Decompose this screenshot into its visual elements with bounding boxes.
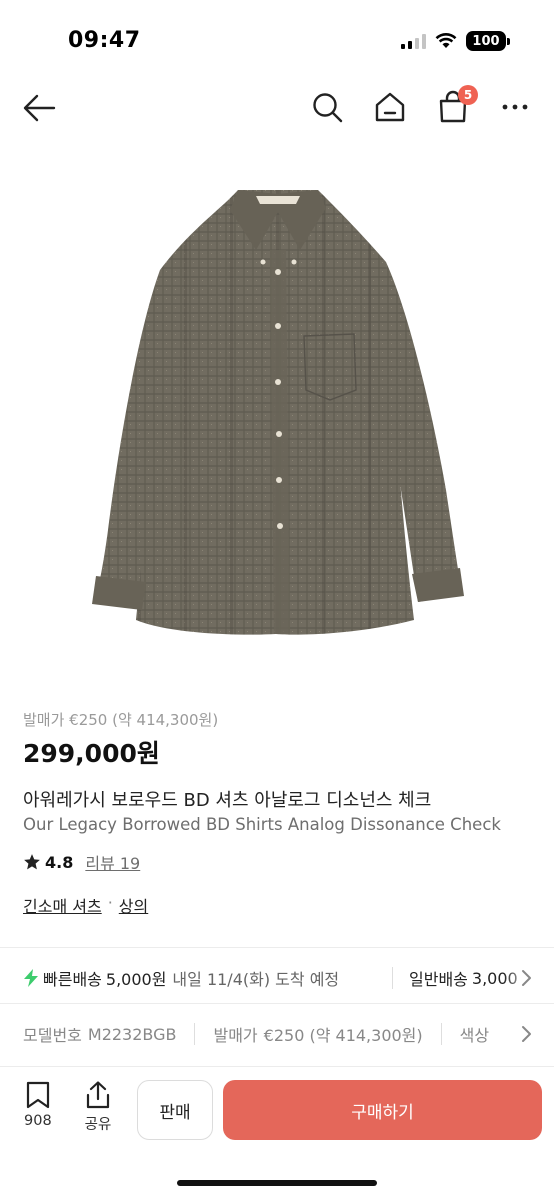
- product-image[interactable]: [0, 150, 554, 690]
- status-bar: 09:47 100: [0, 0, 554, 80]
- model-number-label: 모델번호: [23, 1026, 82, 1045]
- top-nav: 5: [0, 80, 554, 136]
- fast-delivery-fee: 5,000원: [105, 970, 167, 989]
- release-price-value: €250 (약 414,300원): [263, 1026, 423, 1045]
- fast-delivery-label: 빠른배송: [43, 970, 102, 989]
- divider: [0, 1003, 554, 1004]
- product-name-en: Our Legacy Borrowed BD Shirts Analog Dis…: [23, 815, 501, 834]
- sell-button[interactable]: 판매: [137, 1080, 213, 1140]
- spec-row[interactable]: 모델번호 M2232BGB 발매가 €250 (약 414,300원) 색상: [0, 1017, 554, 1051]
- bolt-icon: [24, 969, 38, 987]
- category-link-tops[interactable]: 상의: [119, 893, 148, 917]
- spec-separator: [440, 1023, 442, 1045]
- fast-delivery-arrival: 내일 11/4(화) 도착 예정: [172, 970, 340, 989]
- cellular-signal-icon: [401, 33, 426, 49]
- battery-indicator: 100: [466, 31, 506, 51]
- divider: [0, 947, 554, 948]
- product-name-ko: 아워레가시 보로우드 BD 셔츠 아날로그 디소넌스 체크: [23, 790, 432, 811]
- wifi-icon: [435, 33, 457, 48]
- spec-separator: [194, 1023, 196, 1045]
- category-breadcrumb: 긴소매 셔츠 · 상의: [23, 893, 148, 917]
- review-link[interactable]: 리뷰 19: [85, 850, 140, 874]
- release-price-label: 발매가: [213, 1026, 258, 1045]
- share-button[interactable]: 공유: [84, 1081, 112, 1134]
- bookmark-button[interactable]: 908: [24, 1081, 52, 1129]
- rating-row: 4.8 리뷰 19: [23, 850, 140, 874]
- home-indicator: [177, 1180, 377, 1186]
- bookmark-icon: [26, 1081, 49, 1109]
- search-icon[interactable]: [310, 90, 344, 124]
- standard-delivery-label: 일반배송: [409, 970, 468, 989]
- standard-delivery[interactable]: 일반배송 3,000: [392, 961, 554, 995]
- cart-button[interactable]: 5: [436, 85, 478, 124]
- buy-button[interactable]: 구매하기: [223, 1080, 542, 1140]
- cart-count-badge: 5: [458, 85, 478, 105]
- chevron-right-icon: [522, 1026, 531, 1042]
- star-icon: [24, 854, 40, 870]
- original-price: 발매가 €250 (약 414,300원): [23, 711, 219, 729]
- home-icon[interactable]: [373, 90, 407, 124]
- category-separator: ·: [107, 893, 113, 912]
- delivery-options[interactable]: 빠른배송 5,000원 내일 11/4(화) 도착 예정 일반배송 3,000: [0, 961, 554, 995]
- share-label: 공유: [84, 1117, 112, 1133]
- chevron-right-icon: [522, 970, 531, 986]
- share-icon: [86, 1081, 110, 1109]
- bookmark-count: 908: [24, 1113, 52, 1129]
- status-indicators: 100: [401, 31, 510, 51]
- price: 299,000원: [23, 739, 160, 768]
- delivery-separator: [392, 967, 393, 989]
- more-icon[interactable]: [498, 90, 532, 124]
- rating-value: 4.8: [45, 852, 74, 872]
- status-time: 09:47: [68, 28, 141, 53]
- color-label: 색상: [459, 1026, 490, 1045]
- back-arrow-icon[interactable]: [22, 90, 58, 126]
- category-link-long-sleeve-shirts[interactable]: 긴소매 셔츠: [23, 893, 102, 917]
- model-number-value: M2232BGB: [87, 1024, 177, 1044]
